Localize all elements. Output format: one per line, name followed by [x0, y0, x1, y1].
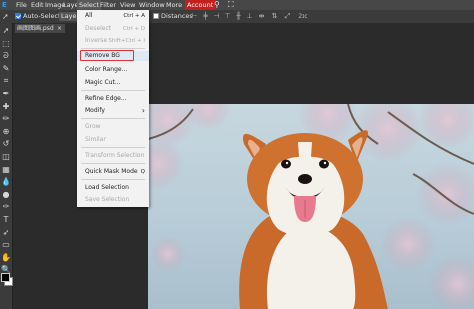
lasso-tool-icon[interactable]: ᘐ [1, 51, 11, 61]
menu-edit[interactable]: Edit [31, 0, 44, 10]
gradient-tool-icon[interactable]: ▦ [1, 165, 11, 175]
menu-item-magic-cut[interactable]: Magic Cut... [77, 78, 149, 88]
crop-tool-icon[interactable]: ⌗ [1, 76, 11, 86]
align-center-icon[interactable]: ╪ [201, 12, 210, 21]
auto-select-label: Auto-Select [23, 12, 61, 20]
menu-item-load-selection[interactable]: Load Selection [77, 183, 149, 193]
menu-filter[interactable]: Filter [100, 0, 116, 10]
menu-item-refine-edge[interactable]: Refine Edge... [77, 94, 149, 104]
eyedropper-tool-icon[interactable]: ✒ [1, 89, 11, 99]
menu-divider [81, 163, 145, 164]
align-bottom-icon[interactable]: ⊥ [245, 12, 254, 21]
eraser-tool-icon[interactable]: ◫ [1, 152, 11, 162]
align-left-icon[interactable]: ⊢ [190, 12, 199, 21]
marquee-tool-icon[interactable]: ⬚ [1, 39, 11, 49]
blur-tool-icon[interactable]: 💧 [1, 177, 11, 187]
distribute-icon[interactable]: ⇹ [257, 12, 266, 21]
app-logo[interactable]: E [2, 0, 7, 10]
align-top-icon[interactable]: ⊤ [223, 12, 232, 21]
menu-divider [81, 48, 145, 49]
align-middle-icon[interactable]: ╫ [234, 12, 243, 21]
auto-select-checkbox[interactable] [15, 13, 21, 19]
corgi-photo [148, 104, 474, 309]
menu-item-all[interactable]: All Ctrl + A [77, 11, 149, 21]
menu-item-color-range[interactable]: Color Range... [77, 65, 149, 75]
menu-divider [81, 118, 145, 119]
menu-more[interactable]: More [166, 0, 182, 10]
fullscreen-icon[interactable]: ⛶ [228, 0, 234, 10]
history-brush-tool-icon[interactable]: ↺ [1, 139, 11, 149]
close-icon[interactable]: × [57, 24, 62, 33]
menu-item-grow[interactable]: Grow [77, 122, 149, 132]
menu-file[interactable]: File [16, 0, 27, 10]
menu-item-similar[interactable]: Similar [77, 135, 149, 145]
menu-item-transform-selection[interactable]: Transform Selection [77, 151, 149, 161]
path-select-tool-icon[interactable]: ➶ [1, 228, 11, 238]
arrange-icon[interactable]: ⇅ [270, 12, 279, 21]
menu-item-modify[interactable]: Modify › [77, 106, 149, 116]
brush-tool-icon[interactable]: ✏ [1, 114, 11, 124]
menu-divider [81, 147, 145, 148]
menu-divider [81, 179, 145, 180]
foreground-color-swatch[interactable] [1, 273, 10, 282]
align-right-icon[interactable]: ⊣ [212, 12, 221, 21]
layer-dropdown[interactable]: Layer [59, 12, 79, 21]
healing-tool-icon[interactable]: ✚ [1, 102, 11, 112]
stamp-tool-icon[interactable]: ⊕ [1, 127, 11, 137]
distances-label: Distances [161, 12, 193, 20]
search-icon[interactable]: ⚲ [214, 0, 220, 10]
distances-checkbox[interactable] [153, 13, 159, 19]
dodge-tool-icon[interactable]: ● [1, 190, 11, 200]
corgi [239, 130, 388, 309]
menu-bar: E File Edit Image Layer Select Filter Vi… [0, 0, 474, 10]
menu-item-save-selection[interactable]: Save Selection [77, 195, 149, 205]
chevron-right-icon: › [141, 106, 145, 115]
move-tool-icon[interactable]: ➚ [1, 26, 11, 36]
menu-window[interactable]: Window [139, 0, 165, 10]
quick-select-tool-icon[interactable]: ✎ [1, 64, 11, 74]
menu-item-quick-mask[interactable]: Quick Mask Mode Q [77, 167, 149, 177]
transform-icon[interactable]: ⤢ [283, 12, 292, 21]
shape-tool-icon[interactable]: ▭ [1, 240, 11, 250]
menu-item-deselect[interactable]: Deselect Ctrl + D [77, 24, 149, 34]
document-tab[interactable]: 画图图画.psd × [15, 24, 65, 33]
hand-tool-icon[interactable]: ✋ [1, 253, 11, 263]
menu-view[interactable]: View [120, 0, 135, 10]
photo-image[interactable] [148, 104, 474, 309]
move-tool-icon: ➚ [2, 12, 9, 21]
document-tab-name: 画图图画.psd [17, 25, 54, 32]
type-tool-icon[interactable]: T [1, 215, 11, 225]
tool-panel: ➚ ⬚ ᘐ ✎ ⌗ ✒ ✚ ✏ ⊕ ↺ ◫ ▦ 💧 ● ✑ T ➶ ▭ ✋ 🔍 [0, 23, 13, 309]
pen-tool-icon[interactable]: ✑ [1, 202, 11, 212]
select-dropdown-menu: All Ctrl + A Deselect Ctrl + D Inverse S… [77, 10, 149, 207]
extra-option[interactable]: 2ɪᴄ [296, 12, 310, 21]
menu-select[interactable]: Select [77, 0, 102, 10]
menu-account[interactable]: Account [185, 0, 216, 10]
menu-divider [81, 90, 145, 91]
menu-item-inverse[interactable]: Inverse Shift+Ctrl + I [77, 36, 149, 46]
remove-bg-highlight-box [80, 50, 134, 61]
